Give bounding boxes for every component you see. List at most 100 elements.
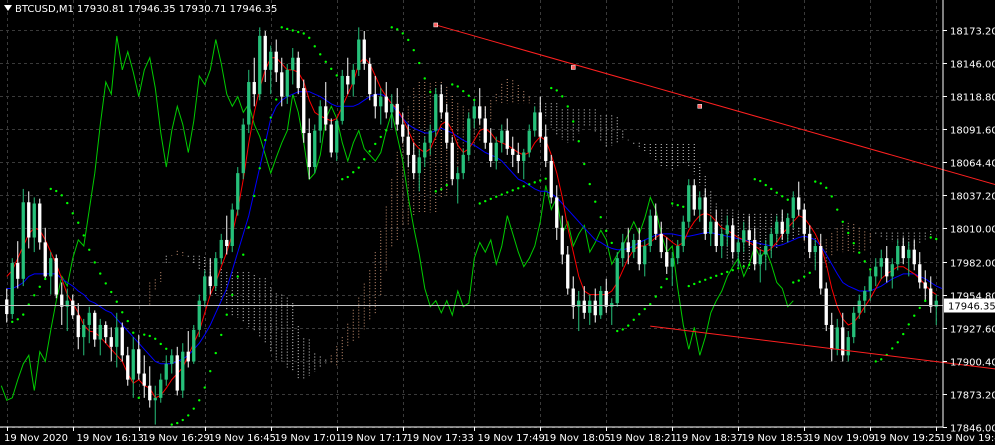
sar-dot [869,268,872,271]
time-tick-label: 19 Nov 19:41 [940,433,995,444]
sar-dot [110,290,113,294]
sar-dot [495,195,498,198]
sar-dot [104,282,107,285]
candle-body [5,299,9,315]
sar-dot [896,341,899,344]
sar-dot [506,191,509,194]
sar-dot [440,188,443,191]
sar-dot [434,190,437,193]
candle-body [175,355,179,391]
sar-dot [132,331,135,334]
candle-body [615,258,619,304]
sar-dot [192,407,195,410]
candle-body [60,294,64,307]
candle-body [467,118,471,155]
candle-body [87,312,91,325]
candle-body [929,288,933,307]
candle-body [159,379,163,398]
candle-body [21,202,25,279]
time-tick-label: 19 Nov 16:45 [209,433,276,444]
candle-body [203,276,207,301]
sar-dot [792,281,795,284]
candle-body [923,282,927,289]
candle-body [791,197,795,219]
sar-dot [874,360,877,363]
candle-body [313,130,317,168]
candle-body [373,94,377,107]
candle-body [236,173,240,210]
candle-body [714,221,718,247]
candle-body [500,130,504,143]
sar-dot [302,32,305,35]
time-tick-label: 19 Nov 19:25 [874,433,941,444]
candle-body [269,51,273,70]
candle-body [186,351,190,362]
candle-body [505,130,509,149]
sar-dot [748,263,751,266]
price-tick-label: 18146.00 [950,60,995,71]
candle-body [104,324,108,338]
sar-dot [484,199,487,203]
candle-body [879,258,883,267]
candle-body [588,300,592,313]
sar-dot [209,369,212,373]
sar-dot [616,329,619,333]
candle-body [368,63,372,95]
candle-body [131,349,135,380]
sar-dot [781,195,784,198]
candle-body [758,254,762,265]
price-chart[interactable]: 17946.35 18173.20 18146.00 18118.80 18091.6… [0,0,995,445]
candle-body [43,242,47,277]
sar-dot [313,45,316,48]
sar-dot [280,26,283,29]
sar-dot [599,216,602,219]
sar-dot [929,236,932,239]
sar-dot [335,74,338,77]
sar-dot [170,423,173,426]
sar-dot [286,27,289,31]
candle-body [802,209,806,234]
sar-dot [759,179,762,183]
time-tick-label: 19 Nov 17:01 [275,433,342,444]
candle-body [819,246,823,289]
sar-dot [418,61,421,65]
price-tick-label: 17927.60 [950,325,995,336]
candle-body [296,57,300,89]
price-tick-label: 18037.20 [950,192,995,203]
sar-dot [297,30,300,34]
time-tick-label: 19 Nov 17:17 [341,433,408,444]
sar-dot [797,279,800,282]
candle-body [670,258,674,267]
sar-dot [836,208,839,211]
sar-dot [324,60,327,64]
price-tick-label: 18064.40 [950,159,995,170]
sar-dot [407,38,410,42]
sar-dot [220,333,223,337]
sar-dot [544,177,547,180]
candle-body [16,263,20,279]
sar-dot [93,261,96,264]
sar-dot [638,313,641,316]
chart-window[interactable]: 17946.35 18173.20 18146.00 18118.80 18091.6… [0,0,995,445]
candle-body [148,385,152,401]
candle-body [357,39,361,70]
candle-body [340,75,344,121]
sar-dot [511,189,514,192]
candle-body [82,324,86,338]
sar-dot [588,182,591,186]
sar-dot [423,77,426,80]
time-tick-label: 19 Nov 18:21 [610,433,677,444]
candle-body [434,94,438,131]
candle-body [654,215,658,234]
candle-body [38,203,42,243]
sar-dot [731,268,734,272]
sar-dot [577,140,580,143]
candle-body [439,94,443,113]
sar-dot [121,311,124,314]
sar-dot [907,323,910,326]
time-tick-label: 19 Nov 17:49 [478,433,545,444]
candle-body [544,136,548,161]
time-tick-label: 19 Nov 18:37 [676,433,743,444]
sar-dot [33,294,36,297]
candle-body [478,106,482,119]
